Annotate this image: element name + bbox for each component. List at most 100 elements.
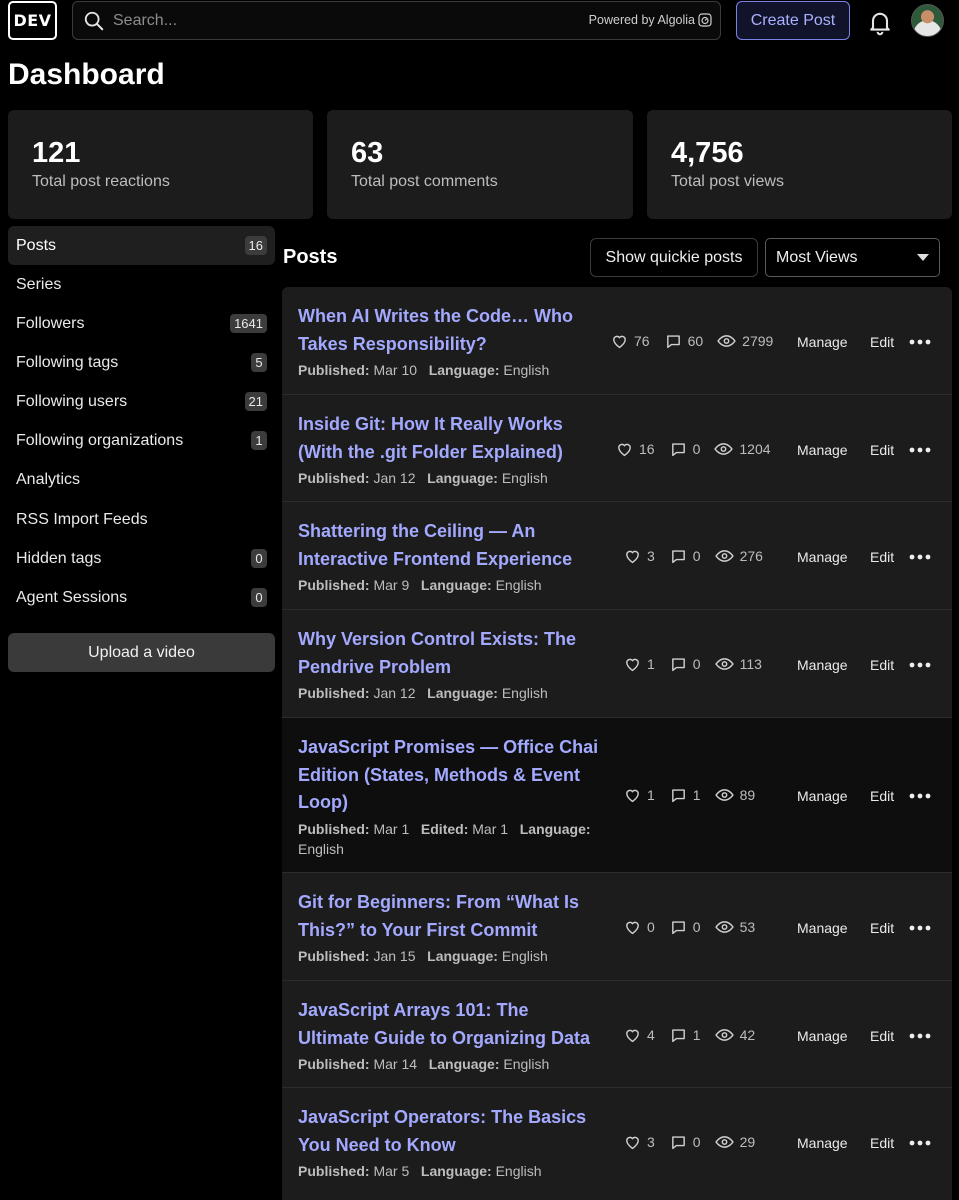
manage-link[interactable]: Manage xyxy=(797,442,848,458)
comments-stat: 0 xyxy=(670,548,701,564)
comments-count: 0 xyxy=(692,919,701,935)
published-date: Mar 9 xyxy=(373,577,410,593)
post-title-link[interactable]: JavaScript Operators: The Basics You Nee… xyxy=(298,1107,586,1155)
views-stat: 53 xyxy=(714,919,755,935)
manage-link[interactable]: Manage xyxy=(797,920,848,936)
manage-link[interactable]: Manage xyxy=(797,1028,848,1044)
search-input[interactable] xyxy=(113,8,553,34)
sidebar-item-analytics[interactable]: Analytics xyxy=(8,460,275,499)
dev-logo[interactable]: DEV xyxy=(8,1,57,40)
post-meta: Published: Mar 1 Edited: Mar 1 Language:… xyxy=(298,819,603,859)
sort-select[interactable]: Most Views xyxy=(765,238,940,277)
language-label: Language: xyxy=(427,948,498,964)
post-title-link[interactable]: JavaScript Arrays 101: The Ultimate Guid… xyxy=(298,1000,590,1048)
post-stats: 76 60 2799 xyxy=(611,333,773,349)
sidebar-count-badge: 5 xyxy=(251,353,267,372)
manage-link[interactable]: Manage xyxy=(797,657,848,673)
manage-link[interactable]: Manage xyxy=(797,788,848,804)
edited-date: Mar 1 xyxy=(472,820,509,837)
sidebar-item-following-organizations[interactable]: Following organizations 1 xyxy=(8,421,275,460)
published-label: Published: xyxy=(298,1056,370,1072)
comment-icon xyxy=(666,335,680,349)
more-options-icon[interactable] xyxy=(909,1033,931,1039)
more-options-icon[interactable] xyxy=(909,1140,931,1146)
sidebar-item-hidden-tags[interactable]: Hidden tags 0 xyxy=(8,539,275,578)
top-bar: DEV Powered by Algolia Create Post xyxy=(0,0,959,48)
edit-link[interactable]: Edit xyxy=(870,788,894,804)
published-label: Published: xyxy=(298,820,370,837)
edit-link[interactable]: Edit xyxy=(870,334,894,350)
algolia-attribution[interactable]: Powered by Algolia xyxy=(589,13,712,27)
sidebar-item-posts[interactable]: Posts 16 xyxy=(8,226,275,265)
more-options-icon[interactable] xyxy=(909,925,931,931)
views-stat: 2799 xyxy=(717,333,773,349)
sidebar-item-label: Following organizations xyxy=(16,431,184,449)
comments-stat: 0 xyxy=(670,919,701,935)
post-meta: Published: Jan 12 Language: English xyxy=(298,683,603,703)
eye-icon xyxy=(714,658,734,670)
post-row: Git for Beginners: From “What Is This?” … xyxy=(282,873,952,981)
comments-stat: 0 xyxy=(670,441,700,457)
upload-video-button[interactable]: Upload a video xyxy=(8,633,275,672)
more-options-icon[interactable] xyxy=(909,554,931,560)
heart-icon xyxy=(613,335,626,349)
published-date: Mar 14 xyxy=(373,1056,418,1072)
views-stat: 276 xyxy=(714,548,763,564)
create-post-button[interactable]: Create Post xyxy=(736,1,850,40)
sidebar-item-agent-sessions[interactable]: Agent Sessions 0 xyxy=(8,578,275,617)
more-options-icon[interactable] xyxy=(909,339,931,345)
manage-link[interactable]: Manage xyxy=(797,549,848,565)
notification-bell-icon[interactable] xyxy=(866,8,894,36)
heart-icon xyxy=(626,921,639,935)
manage-link[interactable]: Manage xyxy=(797,334,848,350)
post-title-link[interactable]: Inside Git: How It Really Works (With th… xyxy=(298,414,563,462)
edit-link[interactable]: Edit xyxy=(870,549,894,565)
post-title-link[interactable]: Git for Beginners: From “What Is This?” … xyxy=(298,892,579,940)
edit-link[interactable]: Edit xyxy=(870,442,894,458)
reactions-count: 16 xyxy=(639,441,655,457)
edit-link[interactable]: Edit xyxy=(870,1028,894,1044)
views-count: 42 xyxy=(739,1027,756,1043)
more-options-icon[interactable] xyxy=(909,793,931,799)
edit-link[interactable]: Edit xyxy=(870,657,894,673)
language-label: Language: xyxy=(428,1056,500,1072)
sidebar-item-label: Series xyxy=(16,275,62,293)
language-label: Language: xyxy=(420,577,492,593)
post-title-link[interactable]: Why Version Control Exists: The Pendrive… xyxy=(298,629,576,677)
published-label: Published: xyxy=(298,362,370,378)
reactions-count: 1 xyxy=(647,787,655,803)
post-title-link[interactable]: JavaScript Promises — Office Chai Editio… xyxy=(298,737,598,812)
search-bar[interactable]: Powered by Algolia xyxy=(72,1,721,40)
post-title-link[interactable]: When AI Writes the Code… Who Takes Respo… xyxy=(298,306,573,354)
post-info: JavaScript Operators: The Basics You Nee… xyxy=(298,1104,603,1181)
sidebar-count-badge: 21 xyxy=(244,392,267,411)
published-date: Mar 5 xyxy=(373,1163,410,1179)
reactions-stat: 16 xyxy=(616,441,655,457)
post-language: English xyxy=(503,362,550,378)
sidebar-item-following-tags[interactable]: Following tags 5 xyxy=(8,343,275,382)
more-options-icon[interactable] xyxy=(909,662,931,668)
comment-icon xyxy=(671,658,685,672)
eye-icon xyxy=(717,335,736,347)
reactions-stat: 1 xyxy=(624,787,655,803)
user-avatar[interactable] xyxy=(911,4,944,37)
comments-count: 0 xyxy=(692,548,701,564)
post-row: JavaScript Arrays 101: The Ultimate Guid… xyxy=(282,981,952,1088)
show-quickie-posts-button[interactable]: Show quickie posts xyxy=(590,238,758,277)
stat-label: Total post comments xyxy=(351,173,498,190)
eye-icon xyxy=(714,921,734,933)
post-language: English xyxy=(298,840,344,857)
comment-icon xyxy=(671,1029,685,1043)
sidebar-item-following-users[interactable]: Following users 21 xyxy=(8,382,275,421)
stat-value: 63 xyxy=(351,137,384,169)
sidebar-item-label: Agent Sessions xyxy=(16,588,128,606)
edit-link[interactable]: Edit xyxy=(870,1135,894,1151)
edit-link[interactable]: Edit xyxy=(870,920,894,936)
sidebar-item-rss-import-feeds[interactable]: RSS Import Feeds xyxy=(8,500,275,539)
sidebar-item-followers[interactable]: Followers 1641 xyxy=(8,304,275,343)
sidebar-item-series[interactable]: Series xyxy=(8,265,275,304)
manage-link[interactable]: Manage xyxy=(797,1135,848,1151)
more-options-icon[interactable] xyxy=(909,447,931,453)
post-title-link[interactable]: Shattering the Ceiling — An Interactive … xyxy=(298,521,572,569)
language-label: Language: xyxy=(428,362,500,378)
